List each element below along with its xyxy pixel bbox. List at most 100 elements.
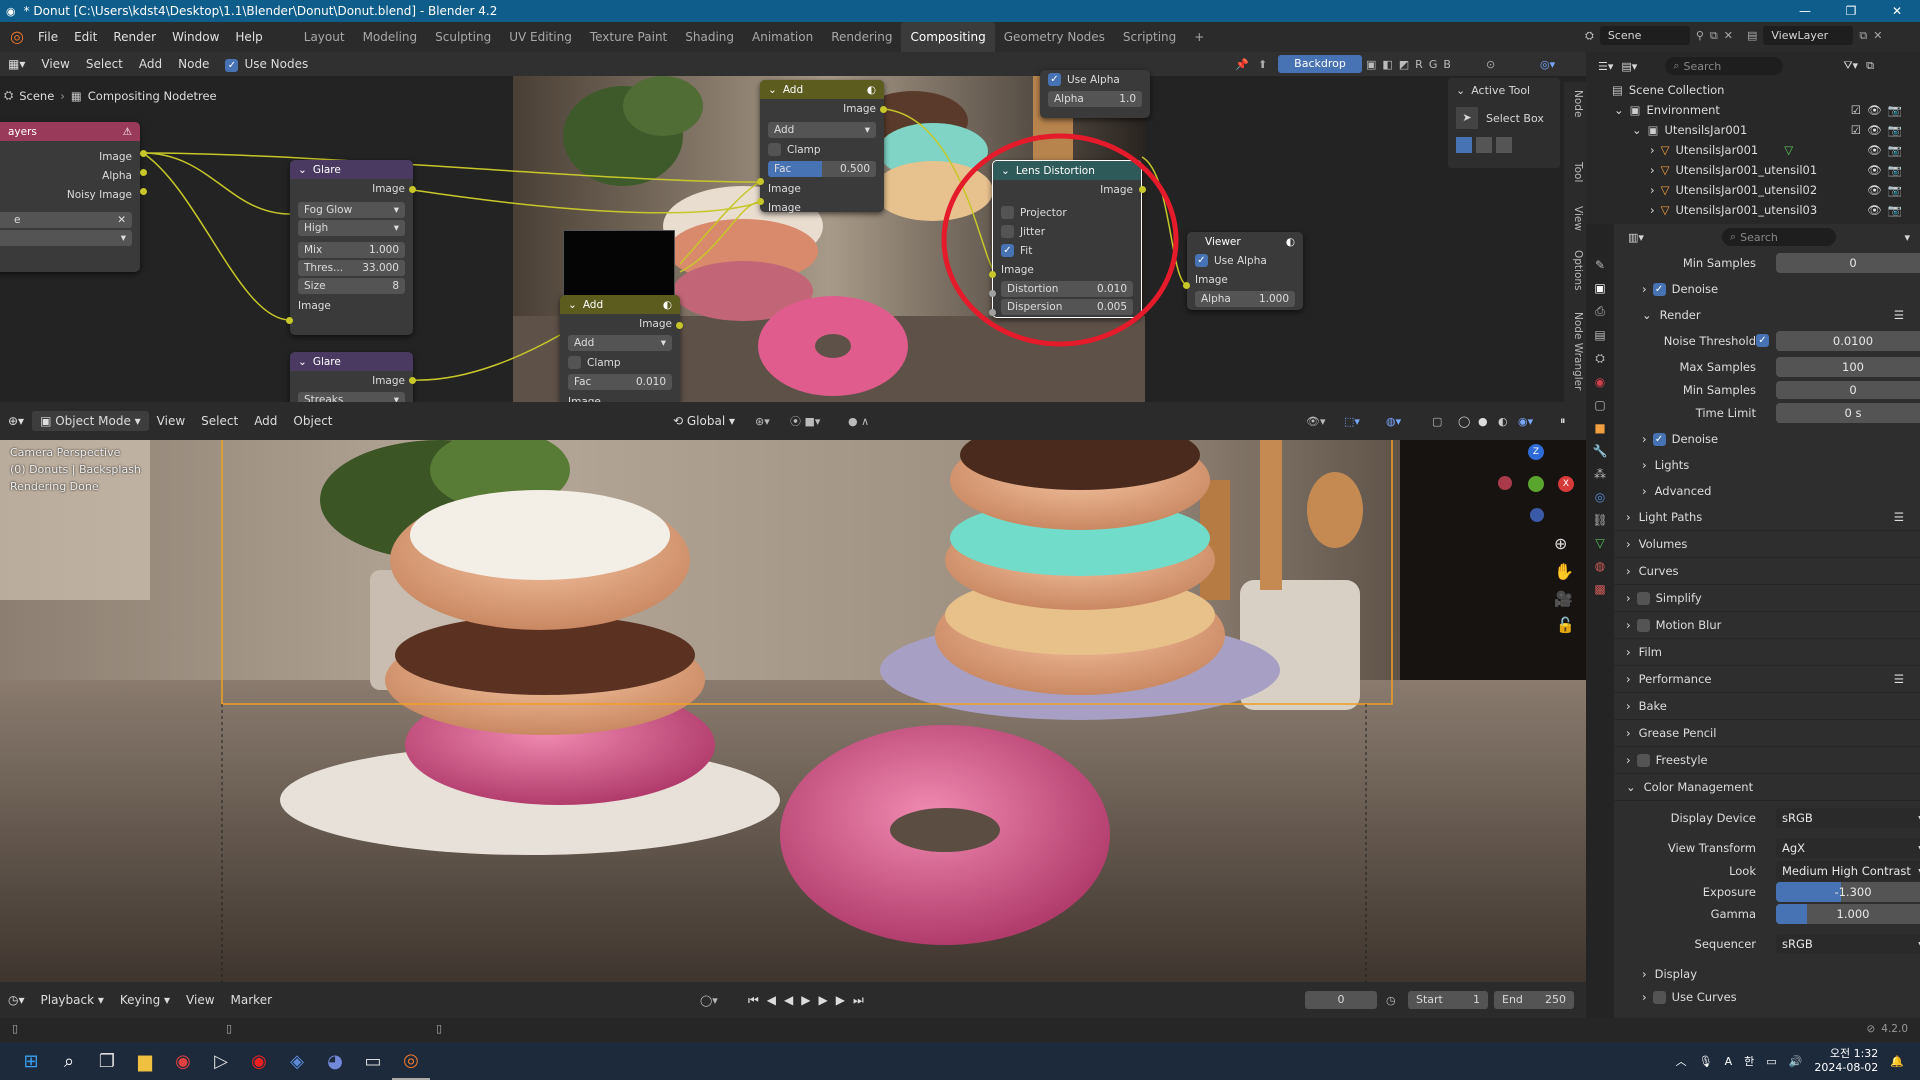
scene-name[interactable]: Scene xyxy=(1599,26,1690,45)
add-2-image-output[interactable] xyxy=(676,322,683,329)
properties-options-icon[interactable]: ▾ xyxy=(1904,231,1910,244)
proportional-edit-icon[interactable]: ● ∧ xyxy=(848,415,869,428)
visibility-toggles[interactable]: 👁📷 xyxy=(1867,163,1908,177)
notification-bell-icon[interactable]: 🔔 xyxy=(1890,1055,1904,1068)
lights-subsection[interactable]: › Lights xyxy=(1614,452,1920,478)
tab-shading[interactable]: Shading xyxy=(676,22,743,52)
material-tab-icon[interactable]: ◍ xyxy=(1595,559,1605,573)
blender-logo-icon[interactable]: ◎ xyxy=(4,22,30,52)
denoise-checkbox[interactable]: ✓ xyxy=(1652,432,1666,446)
timeline-menu-view[interactable]: View xyxy=(178,993,222,1007)
tab-node[interactable]: Node xyxy=(1564,90,1584,117)
tab-texture-paint[interactable]: Texture Paint xyxy=(581,22,676,52)
view-layer-name[interactable]: ViewLayer xyxy=(1763,26,1854,45)
clamp-checkbox[interactable] xyxy=(568,356,581,369)
volume-icon[interactable]: 🔊 xyxy=(1789,1055,1803,1068)
viewport-menu-add[interactable]: Add xyxy=(246,414,285,428)
denoise-section-1[interactable]: › ✓ Denoise xyxy=(1614,276,1920,302)
add-image-input-2[interactable] xyxy=(757,198,764,205)
outliner-editor-icon[interactable]: ☰▾ xyxy=(1598,60,1613,73)
add-node[interactable]: ⌄ Add ◐ Image Add ▾ Clamp Fac 0.500 Image I… xyxy=(760,80,884,214)
add-clamp-row[interactable]: Clamp xyxy=(760,140,884,159)
shading-solid-icon[interactable]: ● xyxy=(1478,415,1488,428)
shading-material-icon[interactable]: ◐ xyxy=(1498,415,1508,428)
visibility-toggles[interactable]: ☑👁📷 xyxy=(1851,103,1908,117)
tab-rendering[interactable]: Rendering xyxy=(822,22,901,52)
media-player-icon[interactable]: ▷ xyxy=(202,1042,240,1080)
advanced-subsection[interactable]: › Advanced xyxy=(1614,478,1920,504)
section-volumes[interactable]: › Volumes xyxy=(1614,531,1920,558)
preview-range-icon[interactable]: ◷ xyxy=(1386,994,1396,1007)
add-fac-field[interactable]: Fac 0.500 xyxy=(768,161,876,177)
new-scene-icon[interactable]: ⧉ xyxy=(1710,29,1718,43)
tab-options[interactable]: Options xyxy=(1564,250,1584,291)
composite-use-alpha[interactable]: ✓ Use Alpha xyxy=(1040,70,1150,89)
exposure-slider[interactable]: -1.300 xyxy=(1776,882,1920,902)
outliner-row-utensilsjar-collection[interactable]: ⌄ ▣ UtensilsJar001 ☑👁📷 xyxy=(1586,120,1920,140)
tab-layout[interactable]: Layout xyxy=(295,22,354,52)
visibility-icon[interactable]: 👁▾ xyxy=(1306,415,1326,428)
render-layers-alpha-output[interactable] xyxy=(140,169,147,176)
visibility-toggles[interactable]: 👁📷 xyxy=(1867,183,1908,197)
display-icon[interactable]: ▭ xyxy=(1766,1055,1776,1068)
tab-sculpting[interactable]: Sculpting xyxy=(426,22,500,52)
gizmo-icon[interactable]: ⬚▾ xyxy=(1344,415,1360,428)
current-frame-field[interactable]: 0 xyxy=(1305,991,1377,1009)
outliner-row-utensil03[interactable]: › ▽ UtensilsJar001_utensil03 👁📷 xyxy=(1586,200,1920,220)
menu-edit[interactable]: Edit xyxy=(66,22,105,52)
view-layer-icon[interactable]: ▤ xyxy=(1747,29,1757,42)
overlay-icon[interactable]: ◍▾ xyxy=(1386,415,1401,428)
use-curves-subsection[interactable]: › Use Curves xyxy=(1614,987,1920,1007)
clamp-checkbox[interactable] xyxy=(768,143,781,156)
playback-controls[interactable]: ⏮◀◀▶▶▶⏭ xyxy=(748,993,872,1008)
particles-tab-icon[interactable]: ⁂ xyxy=(1594,467,1606,481)
visibility-toggles[interactable]: 👁📷 xyxy=(1867,203,1908,217)
tab-geometry-nodes[interactable]: Geometry Nodes xyxy=(995,22,1114,52)
outliner-row-utensil02[interactable]: › ▽ UtensilsJar001_utensil02 👁📷 xyxy=(1586,180,1920,200)
noise-threshold-checkbox[interactable]: ✓ xyxy=(1756,334,1769,347)
add-workspace-icon[interactable]: + xyxy=(1185,22,1213,52)
denoise-section-2[interactable]: › ✓ Denoise xyxy=(1614,426,1920,452)
snap-toggle-icon[interactable]: ⦿ ■▾ xyxy=(790,413,820,429)
render-layer-scene-field[interactable]: e ✕ xyxy=(0,212,132,228)
world-tab-icon[interactable]: ◉ xyxy=(1595,375,1605,389)
glare-image-output[interactable] xyxy=(409,186,416,193)
delete-scene-icon[interactable]: ✕ xyxy=(1724,29,1733,42)
new-collection-icon[interactable]: ⧉ xyxy=(1866,59,1874,73)
add-2-blend-dropdown[interactable]: Add ▾ xyxy=(568,335,672,351)
menu-help[interactable]: Help xyxy=(227,22,270,52)
menu-window[interactable]: Window xyxy=(164,22,227,52)
menu-render[interactable]: Render xyxy=(105,22,164,52)
output-tab-icon[interactable]: ⎙ xyxy=(1595,304,1605,319)
sequencer-dropdown[interactable]: sRGB▾ xyxy=(1776,934,1920,954)
glare-size-field[interactable]: Size 8 xyxy=(298,278,405,294)
tab-tool[interactable]: Tool xyxy=(1564,162,1584,182)
motion-blur-checkbox[interactable] xyxy=(1636,618,1650,632)
input-language[interactable]: A xyxy=(1725,1055,1733,1068)
delete-view-layer-icon[interactable]: ✕ xyxy=(1873,29,1882,42)
tab-scripting[interactable]: Scripting xyxy=(1114,22,1185,52)
glare-image-input[interactable] xyxy=(286,317,293,324)
blender-taskbar-icon[interactable]: ◎ xyxy=(392,1042,430,1080)
pin-icon[interactable]: ⚲ xyxy=(1696,29,1704,42)
glare-threshold-field[interactable]: Thres... 33.000 xyxy=(298,260,405,276)
visibility-toggles[interactable]: ☑👁📷 xyxy=(1851,123,1908,137)
youtube-music-icon[interactable]: ◉ xyxy=(240,1042,278,1080)
pan-hand-icon[interactable]: ✋ xyxy=(1554,562,1574,581)
properties-search[interactable]: ⌕ Search xyxy=(1721,228,1836,246)
composite-node[interactable]: ✓ Use Alpha Alpha 1.0 xyxy=(1040,70,1150,118)
section-light-paths[interactable]: › Light Paths ☰ xyxy=(1614,504,1920,531)
outliner-search[interactable]: ⌕ Search xyxy=(1665,57,1784,75)
keying-menu[interactable]: Keying ▾ xyxy=(112,993,178,1007)
pivot-icon[interactable]: ⊛▾ xyxy=(755,415,770,428)
data-tab-icon[interactable]: ▽ xyxy=(1595,536,1604,550)
outliner-row-utensil01[interactable]: › ▽ UtensilsJar001_utensil01 👁📷 xyxy=(1586,160,1920,180)
ime-mode[interactable]: 한 xyxy=(1744,1053,1754,1069)
add-node-2[interactable]: ⌄ Add ◐ Image Add ▾ Clamp Fac 0.010 Image xyxy=(560,295,680,402)
glare-2-image-output[interactable] xyxy=(409,377,416,384)
task-view-icon[interactable]: ❐ xyxy=(88,1042,126,1080)
tab-uv-editing[interactable]: UV Editing xyxy=(500,22,581,52)
search-icon[interactable]: ⌕ xyxy=(50,1042,88,1080)
scene-icon[interactable]: ⛭ xyxy=(1585,29,1594,43)
select-mode-buttons[interactable] xyxy=(1448,133,1560,157)
